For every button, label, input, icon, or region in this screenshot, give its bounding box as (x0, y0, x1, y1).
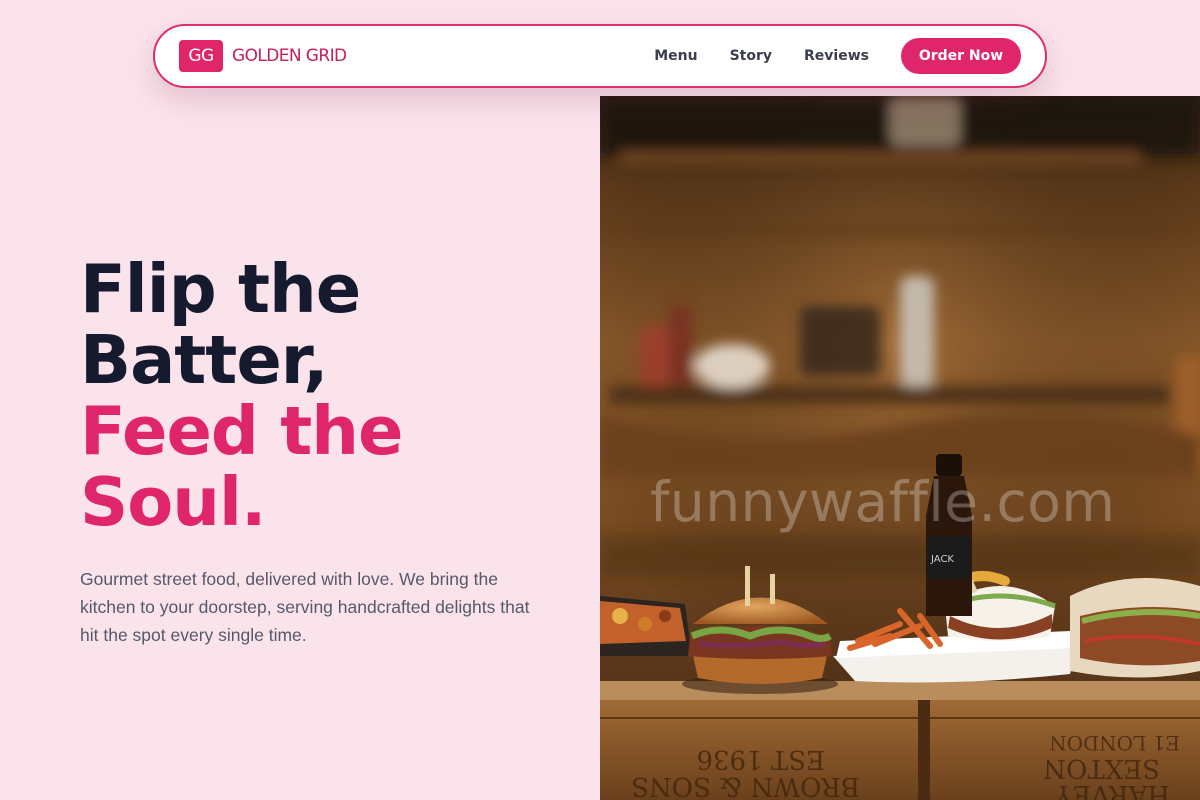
top-navbar: GG GOLDEN GRID Menu Story Reviews Order … (153, 24, 1047, 88)
order-now-button[interactable]: Order Now (901, 38, 1021, 74)
crate-stamp-est: EST 1936 (696, 744, 825, 774)
crate-stamp-sexton: SEXTON (1043, 753, 1160, 783)
nav-link-menu[interactable]: Menu (654, 48, 697, 64)
crate-stamp-harvey: HARVEY (1054, 779, 1170, 800)
hero-title-line-4: Soul. (80, 463, 266, 541)
crate-stamp-london: E1 LONDON (1049, 731, 1180, 755)
hero-subtitle: Gourmet street food, delivered with love… (80, 569, 530, 645)
brand-name: GOLDEN GRID (232, 46, 347, 66)
fries-tray (600, 596, 692, 656)
nav-link-reviews[interactable]: Reviews (804, 48, 869, 64)
brand-logo[interactable]: GG GOLDEN GRID (179, 40, 347, 72)
crate-stamp-brown: BROWN & SONS (631, 771, 860, 800)
hero-title-line-2: Batter, (80, 321, 328, 399)
hero-title-line-3: Feed the (80, 392, 403, 470)
sauce-label: JACK (930, 554, 954, 565)
food-scene-illustration: EST 1936 BROWN & SONS E1 LONDON SEXTON H… (600, 96, 1200, 800)
nav-link-story[interactable]: Story (730, 48, 772, 64)
wrap (1070, 578, 1200, 678)
watermark-text: funnywaffle.com (650, 470, 1116, 534)
hero-food-image: EST 1936 BROWN & SONS E1 LONDON SEXTON H… (600, 96, 1200, 800)
hero-title: Flip the Batter, Feed the Soul. (80, 254, 600, 538)
hero-title-line-1: Flip the (80, 250, 361, 328)
brand-badge: GG (179, 40, 223, 72)
nav-links: Menu Story Reviews Order Now (654, 38, 1021, 74)
